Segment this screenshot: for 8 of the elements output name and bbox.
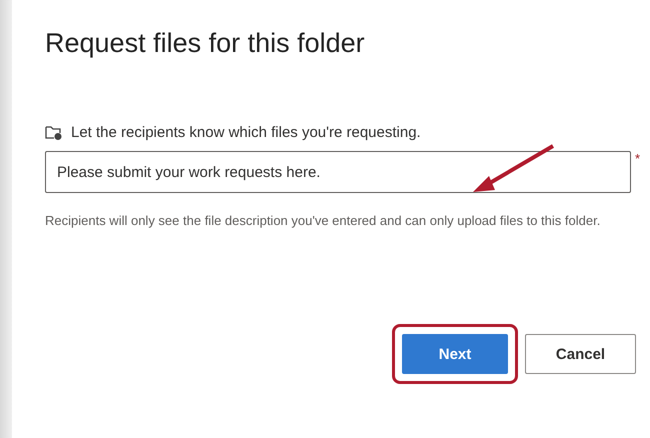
next-button[interactable]: Next xyxy=(402,334,508,374)
field-label: Let the recipients know which files you're requesting. xyxy=(71,124,421,141)
required-mark: * xyxy=(635,151,640,166)
dialog-title: Request files for this folder xyxy=(45,28,366,59)
folder-icon xyxy=(45,124,63,140)
helper-text: Recipients will only see the file description you've entered and can only upload files to this folder. xyxy=(45,212,602,230)
cancel-button[interactable]: Cancel xyxy=(525,334,636,374)
description-field[interactable]: Please submit your work requests here. xyxy=(45,151,631,193)
